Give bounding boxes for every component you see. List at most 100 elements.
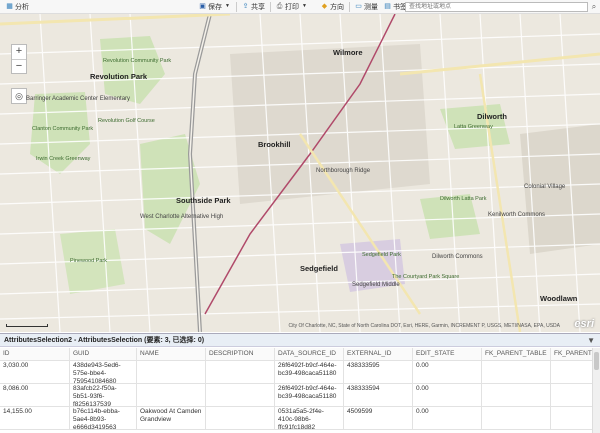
table-cell	[206, 407, 275, 429]
table-scrollbar[interactable]	[592, 348, 600, 433]
map-view[interactable]: + − ◎ Revolution Community Park Revoluti…	[0, 14, 600, 332]
print-icon: ⎙	[276, 3, 283, 10]
esri-logo: esri	[574, 318, 594, 330]
locate-button[interactable]: ◎	[11, 88, 27, 104]
table-cell: b76c114b-ebba-5ae4-8b93-e666d3419563	[70, 407, 137, 429]
measure-icon: ▭	[355, 3, 362, 10]
analysis-button[interactable]: ▦ 分析	[3, 1, 32, 13]
save-label: 保存	[208, 3, 222, 11]
print-button[interactable]: ⎙ 打印 ▼	[273, 1, 311, 13]
search-input[interactable]	[405, 2, 588, 12]
highway	[187, 14, 212, 332]
zoom-out-button[interactable]: −	[12, 59, 26, 73]
column-header[interactable]: DESCRIPTION	[206, 348, 275, 360]
column-header[interactable]: DATA_SOURCE_ID	[275, 348, 344, 360]
options-icon[interactable]: ▼	[587, 336, 595, 345]
attribute-table: ID GUID NAME DESCRIPTION DATA_SOURCE_ID …	[0, 348, 600, 433]
map-label: Brookhill	[258, 140, 291, 149]
table-cell: 26f6492f-b9cf-464e-bc39-498caca51180	[275, 361, 344, 383]
share-icon: ⇪	[242, 3, 249, 10]
locate-icon: ◎	[15, 91, 23, 101]
column-header[interactable]: EXTERNAL_ID	[344, 348, 413, 360]
table-cell: 8,086.00	[0, 384, 70, 406]
table-cell	[482, 361, 551, 383]
table-cell	[482, 407, 551, 429]
share-button[interactable]: ⇪ 共享	[239, 1, 268, 13]
table-cell: 438333595	[344, 361, 413, 383]
directions-label: 方向	[330, 3, 344, 11]
table-row[interactable]: 14,155.00 b76c114b-ebba-5ae4-8b93-e666d3…	[0, 407, 600, 430]
map-attribution: City Of Charlotte, NC, State of North Ca…	[288, 323, 560, 329]
bookmark-icon: ▤	[384, 3, 391, 10]
column-header[interactable]: EDIT_STATE	[413, 348, 482, 360]
table-cell: 0531a5a5-2f4e-410c-98b6-ffc91fc18d82	[275, 407, 344, 429]
map-label: Sedgefield Middle	[352, 282, 400, 288]
map-label: Wilmore	[333, 48, 363, 57]
map-label: Dilworth Commons	[432, 254, 483, 260]
table-cell: 4509599	[344, 407, 413, 429]
table-cell	[206, 361, 275, 383]
analysis-label: 分析	[15, 3, 29, 11]
map-label: The Courtyard Park Square	[392, 274, 460, 280]
zoom-in-button[interactable]: +	[12, 45, 26, 59]
table-header-row: ID GUID NAME DESCRIPTION DATA_SOURCE_ID …	[0, 348, 600, 361]
table-row[interactable]: 8,086.00 83afcb22-f50a-5b51-93f6-f825613…	[0, 384, 600, 407]
map-label: Colonial Village	[524, 184, 566, 190]
directions-icon: ◆	[321, 3, 328, 10]
measure-button[interactable]: ▭ 测量	[352, 1, 381, 13]
map-label: Northborough Ridge	[316, 168, 371, 174]
directions-button[interactable]: ◆ 方向	[318, 1, 347, 13]
zoom-control: + −	[11, 44, 27, 74]
column-header[interactable]: NAME	[137, 348, 206, 360]
save-button[interactable]: ▣ 保存 ▼	[196, 1, 234, 13]
table-cell: 0.00	[413, 361, 482, 383]
scrollbar-thumb[interactable]	[594, 352, 599, 370]
save-icon: ▣	[199, 3, 206, 10]
map-label: Pinewood Park	[70, 258, 107, 264]
table-cell	[206, 384, 275, 406]
toolbar-divider	[270, 1, 271, 12]
table-cell: 0.00	[413, 407, 482, 429]
map-label: Revolution Community Park	[103, 58, 172, 64]
map-label: Sedgefield Park	[362, 252, 401, 258]
table-cell: 3,030.00	[0, 361, 70, 383]
map-label: Dilworth	[477, 112, 507, 121]
print-label: 打印	[285, 3, 299, 11]
top-toolbar: ▦ 分析 ▣ 保存 ▼ ⇪ 共享 ⎙ 打印 ▼ ◆ 方向 ▭ 测量 ▤ 书签 查…	[0, 0, 600, 14]
table-cell: 438333594	[344, 384, 413, 406]
map-basemap	[0, 14, 600, 332]
map-label: Irwin Creek Greenway	[36, 156, 91, 162]
arterial-road	[0, 14, 231, 26]
map-label: Clanton Community Park	[32, 126, 94, 132]
column-header[interactable]: GUID	[70, 348, 137, 360]
map-label: Southside Park	[176, 196, 231, 205]
table-row[interactable]: 3,030.00 438de943-5ed6-575e-bbe4-7595410…	[0, 361, 600, 384]
map-label: Revolution Park	[90, 72, 148, 81]
table-cell	[137, 384, 206, 406]
map-label: Dilworth Latta Park	[440, 196, 487, 202]
map-label: West Charlotte Alternative High	[140, 214, 224, 220]
table-cell: 0.00	[413, 384, 482, 406]
analysis-icon: ▦	[6, 3, 13, 10]
table-cell	[482, 384, 551, 406]
table-cell: Oakwood At Camden Grandview	[137, 407, 206, 429]
toolbar-divider	[349, 1, 350, 12]
table-cell: 26f6492f-b9cf-464e-bc39-498caca51180	[275, 384, 344, 406]
table-cell: 438de943-5ed6-575e-bbe4-759541084680	[70, 361, 137, 383]
scale-bar	[6, 324, 48, 327]
panel-title: AttributesSelection2 - AttributesSelecti…	[4, 337, 205, 344]
search-icon[interactable]: ⌕	[589, 2, 599, 12]
map-label: Kenilworth Commons	[488, 212, 546, 218]
attribute-table-header: AttributesSelection2 - AttributesSelecti…	[0, 333, 600, 347]
table-cell: 83afcb22-f50a-5b51-93f6-f8256137539	[70, 384, 137, 406]
share-label: 共享	[251, 3, 265, 11]
chevron-down-icon: ▼	[225, 3, 230, 9]
map-label: Barringer Academic Center Elementary	[26, 96, 131, 102]
arterial-road	[399, 52, 600, 76]
column-header[interactable]: FK_PARENT_TABLE	[482, 348, 551, 360]
table-cell	[137, 361, 206, 383]
map-label: Woodlawn	[540, 294, 578, 303]
map-label: Revolution Golf Course	[98, 118, 155, 124]
map-label: Latta Greenway	[454, 124, 493, 130]
column-header[interactable]: ID	[0, 348, 70, 360]
